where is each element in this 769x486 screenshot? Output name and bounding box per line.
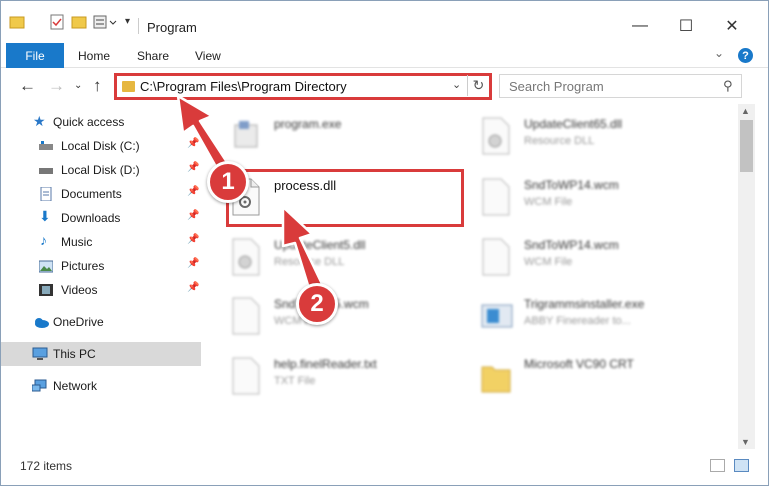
- pin-icon[interactable]: 📌: [187, 258, 199, 269]
- recent-locations-icon[interactable]: ⌄: [74, 80, 82, 91]
- pin-icon[interactable]: 📌: [187, 138, 199, 149]
- star-icon: ★: [33, 113, 46, 129]
- sidebar-item-local-disk-c[interactable]: Local Disk (C:) 📌: [1, 134, 201, 158]
- file-item[interactable]: help.finelReader.txt TXT File: [204, 349, 444, 409]
- file-item[interactable]: UpdateClient5.dll Resource DLL: [204, 230, 444, 290]
- pin-icon[interactable]: 📌: [187, 210, 199, 221]
- details-view-icon[interactable]: [710, 459, 725, 472]
- pictures-icon: [38, 259, 54, 273]
- documents-icon: [39, 186, 53, 202]
- cloud-icon: [33, 315, 49, 329]
- sidebar-item-pictures[interactable]: Pictures 📌: [1, 254, 201, 278]
- help-button[interactable]: ?: [738, 48, 753, 63]
- minimize-button[interactable]: —: [617, 11, 663, 41]
- explorer-window: ▾ Program — ☐ ✕ File Home Share View ⌄ ?…: [0, 0, 769, 486]
- scrollbar-thumb[interactable]: [740, 120, 753, 172]
- tab-share[interactable]: Share: [137, 49, 169, 63]
- search-icon[interactable]: ⚲: [723, 78, 733, 94]
- scroll-up-icon[interactable]: ▲: [741, 106, 750, 116]
- quick-access-menu-icon[interactable]: [93, 14, 117, 30]
- highlight-box: [226, 169, 464, 227]
- vertical-scrollbar[interactable]: ▲ ▼: [738, 104, 755, 449]
- step-1-badge: 1: [207, 161, 249, 203]
- folder-icon: [9, 14, 25, 30]
- sidebar-item-quick-access[interactable]: ★ Quick access: [1, 110, 201, 134]
- file-icon: [481, 238, 511, 276]
- dll-icon: [481, 117, 511, 155]
- title-bar: ▾ Program — ☐ ✕: [1, 1, 768, 43]
- status-bar: 172 items: [1, 449, 768, 485]
- exe-icon: [231, 117, 261, 155]
- properties-icon[interactable]: [49, 14, 65, 30]
- new-folder-icon[interactable]: [71, 14, 87, 30]
- file-list: program.exe UpdateClient65.dll Resource …: [204, 104, 737, 449]
- music-icon: ♪: [40, 232, 47, 248]
- refresh-icon[interactable]: ↻: [467, 75, 489, 96]
- item-count: 172 items: [20, 459, 73, 473]
- computer-icon: [32, 347, 48, 361]
- address-bar[interactable]: C:\Program Files\Program Directory ⌄ ↻: [114, 73, 492, 100]
- sidebar-item-local-disk-d[interactable]: Local Disk (D:) 📌: [1, 158, 201, 182]
- tab-view[interactable]: View: [195, 49, 221, 63]
- file-icon: [481, 178, 511, 216]
- back-arrow-icon[interactable]: ←: [19, 76, 36, 96]
- folder-item[interactable]: Microsoft VC90 CRT: [454, 349, 694, 409]
- sidebar-item-network[interactable]: Network: [1, 374, 201, 398]
- tab-file[interactable]: File: [6, 43, 64, 68]
- pin-icon[interactable]: 📌: [187, 162, 199, 173]
- scroll-down-icon[interactable]: ▼: [741, 437, 750, 447]
- folder-icon: [122, 81, 135, 92]
- ribbon-tabs: File Home Share View ⌄ ?: [1, 43, 768, 68]
- navigation-bar: ← → ⌄ ↑ C:\Program Files\Program Directo…: [1, 69, 768, 103]
- sidebar-item-onedrive[interactable]: OneDrive: [1, 310, 201, 334]
- search-placeholder: Search Program: [509, 79, 604, 94]
- folder-icon: [481, 357, 511, 395]
- pin-icon[interactable]: 📌: [187, 282, 199, 293]
- sidebar-item-downloads[interactable]: ⬇ Downloads 📌: [1, 206, 201, 230]
- dll-icon: [231, 238, 261, 276]
- file-item[interactable]: SndToWP14.wcm WCM File: [454, 170, 694, 230]
- installer-icon: [481, 297, 513, 335]
- up-arrow-icon[interactable]: ↑: [93, 76, 102, 96]
- step-2-badge: 2: [296, 283, 338, 325]
- search-input[interactable]: Search Program ⚲: [499, 74, 742, 98]
- file-item[interactable]: UpdateClient65.dll Resource DLL: [454, 109, 694, 169]
- large-icons-view-icon[interactable]: [734, 459, 749, 472]
- file-item[interactable]: SndToWP14.wcm WCM File: [454, 230, 694, 290]
- title-divider: [138, 18, 139, 34]
- file-item[interactable]: Trigrammsinstaller.exe ABBY Finereader t…: [454, 289, 694, 349]
- videos-icon: [39, 283, 53, 297]
- sidebar-item-music[interactable]: ♪ Music 📌: [1, 230, 201, 254]
- sidebar-item-videos[interactable]: Videos 📌: [1, 278, 201, 302]
- sidebar-item-documents[interactable]: Documents 📌: [1, 182, 201, 206]
- network-icon: [31, 379, 47, 393]
- address-text[interactable]: C:\Program Files\Program Directory: [140, 79, 347, 94]
- drive-icon: [39, 139, 53, 153]
- drive-icon: [39, 163, 53, 177]
- file-icon: [231, 357, 261, 395]
- pin-icon[interactable]: 📌: [187, 186, 199, 197]
- file-icon: [231, 297, 261, 335]
- forward-arrow-icon[interactable]: →: [48, 76, 65, 96]
- tab-home[interactable]: Home: [78, 49, 110, 63]
- sidebar-item-this-pc[interactable]: This PC: [1, 342, 201, 366]
- close-button[interactable]: ✕: [709, 11, 755, 41]
- maximize-button[interactable]: ☐: [663, 11, 709, 41]
- file-item[interactable]: program.exe: [204, 109, 444, 169]
- pin-icon[interactable]: 📌: [187, 234, 199, 245]
- chevron-down-icon[interactable]: ⌄: [452, 78, 461, 91]
- download-icon: ⬇: [39, 208, 51, 224]
- window-title: Program: [147, 20, 197, 35]
- expand-ribbon-icon[interactable]: ⌄: [714, 46, 724, 60]
- navigation-pane: ★ Quick access Local Disk (C:) 📌 Local D…: [1, 104, 201, 449]
